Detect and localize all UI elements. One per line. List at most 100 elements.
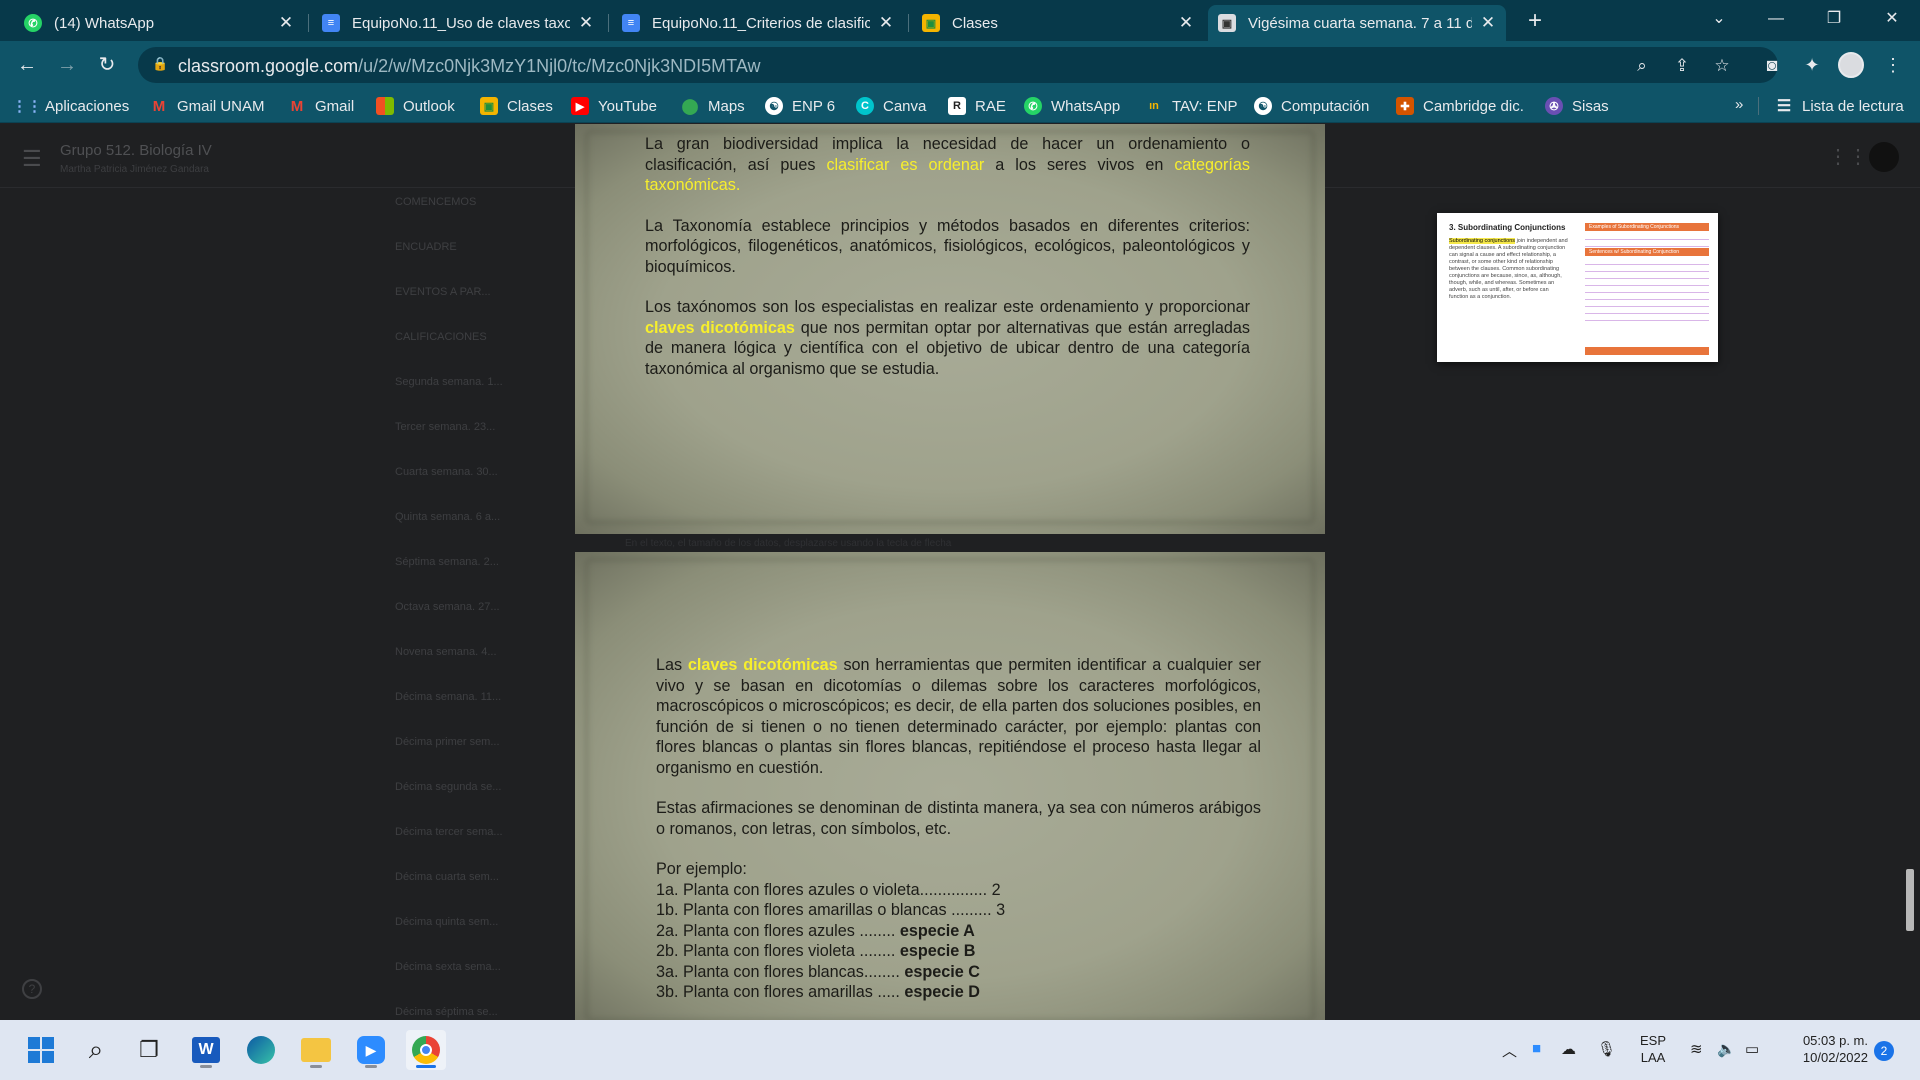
topic-item[interactable]: Séptima semana. 2...: [395, 554, 555, 599]
close-icon[interactable]: ✕: [578, 13, 594, 33]
bookmark-whatsapp[interactable]: ✆ WhatsApp: [1024, 96, 1120, 116]
topic-item[interactable]: Octava semana. 27...: [395, 599, 555, 644]
topic-item[interactable]: Tercer semana. 23...: [395, 419, 555, 464]
topic-item[interactable]: Décima primer sem...: [395, 734, 555, 779]
taskbar-chrome[interactable]: [406, 1030, 446, 1070]
bookmark-gmail[interactable]: M Gmail: [288, 96, 354, 116]
topic-item[interactable]: Décima quinta sem...: [395, 914, 555, 959]
text-run: a los seres vivos en: [984, 155, 1175, 174]
zoom-icon[interactable]: ⌕: [1631, 55, 1653, 77]
help-icon[interactable]: ?: [22, 979, 42, 999]
thumbnail-row: [1585, 294, 1709, 300]
close-icon[interactable]: ✕: [278, 13, 294, 33]
url-text[interactable]: classroom.google.com/u/2/w/Mzc0Njk3MzY1N…: [178, 56, 761, 77]
microsoft-icon: [376, 97, 394, 115]
page-scrollbar-thumb[interactable]: [1906, 869, 1914, 931]
topic-item[interactable]: Novena semana. 4...: [395, 644, 555, 689]
bookmarks-overflow-chevron[interactable]: »: [1735, 96, 1743, 113]
new-tab-icon[interactable]: +: [1521, 8, 1549, 36]
browser-toolbar: ← → ↻ 🔒 classroom.google.com/u/2/w/Mzc0N…: [0, 41, 1920, 89]
tab-criterios[interactable]: ≡ EquipoNo.11_Criterios de clasific ✕: [612, 5, 904, 41]
tab-search-chevron-icon[interactable]: ⌄: [1699, 4, 1739, 34]
back-icon[interactable]: ←: [13, 51, 41, 79]
bookmark-computacion[interactable]: ☯ Computación: [1254, 96, 1369, 116]
lock-icon[interactable]: 🔒: [152, 56, 168, 74]
key-line: 1b. Planta con flores amarillas o blanca…: [656, 900, 1261, 921]
search-button[interactable]: ⌕: [76, 1030, 116, 1070]
bookmark-rae[interactable]: R RAE: [948, 96, 1006, 116]
extension-icon[interactable]: ◙: [1758, 51, 1786, 79]
restore-icon[interactable]: ❐: [1814, 4, 1854, 34]
bookmarks-divider: [1758, 97, 1759, 115]
topic-item[interactable]: ENCUADRE: [395, 239, 555, 284]
topic-item[interactable]: Décima segunda se...: [395, 779, 555, 824]
floating-thumbnail[interactable]: 3. Subordinating Conjunctions Subordinat…: [1437, 213, 1718, 362]
taskbar-zoom[interactable]: ▶: [351, 1030, 391, 1070]
bookmark-youtube[interactable]: ▶ YouTube: [571, 96, 657, 116]
tab-uso-claves[interactable]: ≡ EquipoNo.11_Uso de claves taxon ✕: [312, 5, 604, 41]
profile-avatar[interactable]: [1838, 52, 1864, 78]
taskbar-edge[interactable]: [241, 1030, 281, 1070]
account-avatar[interactable]: [1869, 142, 1899, 172]
zoom-tray-icon[interactable]: ■: [1532, 1040, 1541, 1057]
bookmark-maps[interactable]: ⬤ Maps: [681, 96, 745, 116]
address-bar[interactable]: 🔒 classroom.google.com/u/2/w/Mzc0Njk3MzY…: [138, 47, 1778, 83]
bookmark-clases[interactable]: ▣ Clases: [480, 96, 553, 116]
topic-item[interactable]: Décima séptima se...: [395, 1004, 555, 1020]
onedrive-icon[interactable]: ☁: [1561, 1040, 1576, 1058]
tab-vigesima-cuarta[interactable]: ▣ Vigésima cuarta semana. 7 a 11 d ✕: [1208, 5, 1506, 41]
input-language[interactable]: ESP LAA: [1640, 1032, 1666, 1066]
bookmark-tav-enp[interactable]: ın TAV: ENP: [1145, 96, 1237, 116]
topic-item[interactable]: Cuarta semana. 30...: [395, 464, 555, 509]
thumbnail-row: [1585, 308, 1709, 314]
class-name[interactable]: Grupo 512. Biología IV: [60, 142, 212, 159]
bookmark-star-icon[interactable]: ☆: [1711, 55, 1733, 77]
topic-item[interactable]: Décima cuarta sem...: [395, 869, 555, 914]
topic-item[interactable]: Décima semana. 11...: [395, 689, 555, 734]
close-icon[interactable]: ✕: [1480, 13, 1496, 33]
reading-list[interactable]: ☰ Lista de lectura: [1775, 96, 1904, 116]
bookmark-enp6[interactable]: ☯ ENP 6: [765, 96, 835, 116]
taskbar-word[interactable]: W: [186, 1030, 226, 1070]
topic-item[interactable]: COMENCEMOS: [395, 194, 555, 239]
forward-icon[interactable]: →: [53, 51, 81, 79]
notification-badge[interactable]: 2: [1874, 1041, 1894, 1061]
key-text: 1a. Planta con flores azules o violeta..…: [656, 880, 1001, 899]
topic-item[interactable]: CALIFICACIONES: [395, 329, 555, 374]
hamburger-menu-icon[interactable]: ☰: [22, 146, 42, 172]
battery-icon[interactable]: ▭: [1745, 1040, 1759, 1058]
task-view-icon: ❐: [139, 1037, 159, 1062]
enp-icon: ☯: [765, 97, 783, 115]
bookmark-sisas[interactable]: ✇ Sisas: [1545, 96, 1609, 116]
extensions-puzzle-icon[interactable]: ✦: [1798, 51, 1826, 79]
bookmark-canva[interactable]: C Canva: [856, 96, 926, 116]
topic-item[interactable]: Décima tercer sema...: [395, 824, 555, 869]
task-view-button[interactable]: ❐: [129, 1030, 169, 1070]
bookmark-aplicaciones[interactable]: ⋮⋮ Aplicaciones: [12, 96, 129, 116]
taskbar-file-explorer[interactable]: [296, 1030, 336, 1070]
close-icon[interactable]: ✕: [878, 13, 894, 33]
topic-item[interactable]: Segunda semana. 1...: [395, 374, 555, 419]
bookmark-gmail-unam[interactable]: M Gmail UNAM: [150, 96, 265, 116]
topic-item[interactable]: Quinta semana. 6 a...: [395, 509, 555, 554]
menu-kebab-icon[interactable]: ⋮: [1879, 51, 1907, 79]
close-window-icon[interactable]: ✕: [1872, 4, 1912, 34]
topic-item[interactable]: EVENTOS A PAR...: [395, 284, 555, 329]
volume-icon[interactable]: 🔈: [1717, 1040, 1736, 1058]
bookmark-label: Sisas: [1572, 97, 1609, 115]
tray-overflow-chevron-icon[interactable]: ︿: [1502, 1040, 1517, 1061]
tab-whatsapp[interactable]: ✆ (14) WhatsApp ✕: [14, 5, 304, 41]
share-icon[interactable]: ⇪: [1671, 55, 1693, 77]
start-button[interactable]: [21, 1030, 61, 1070]
wifi-icon[interactable]: ≋: [1690, 1040, 1703, 1058]
minimize-icon[interactable]: —: [1756, 4, 1796, 34]
bookmark-cambridge[interactable]: ✚ Cambridge dic.: [1396, 96, 1524, 116]
reload-icon[interactable]: ↻: [93, 51, 121, 79]
microphone-icon[interactable]: 🎙: [1597, 1040, 1616, 1058]
tab-clases[interactable]: ▣ Clases ✕: [912, 5, 1204, 41]
close-icon[interactable]: ✕: [1178, 13, 1194, 33]
system-clock[interactable]: 05:03 p. m. 10/02/2022: [1790, 1032, 1868, 1066]
topic-item[interactable]: Décima sexta sema...: [395, 959, 555, 1004]
reading-list-icon: ☰: [1776, 98, 1792, 115]
bookmark-outlook[interactable]: Outlook: [376, 96, 455, 116]
